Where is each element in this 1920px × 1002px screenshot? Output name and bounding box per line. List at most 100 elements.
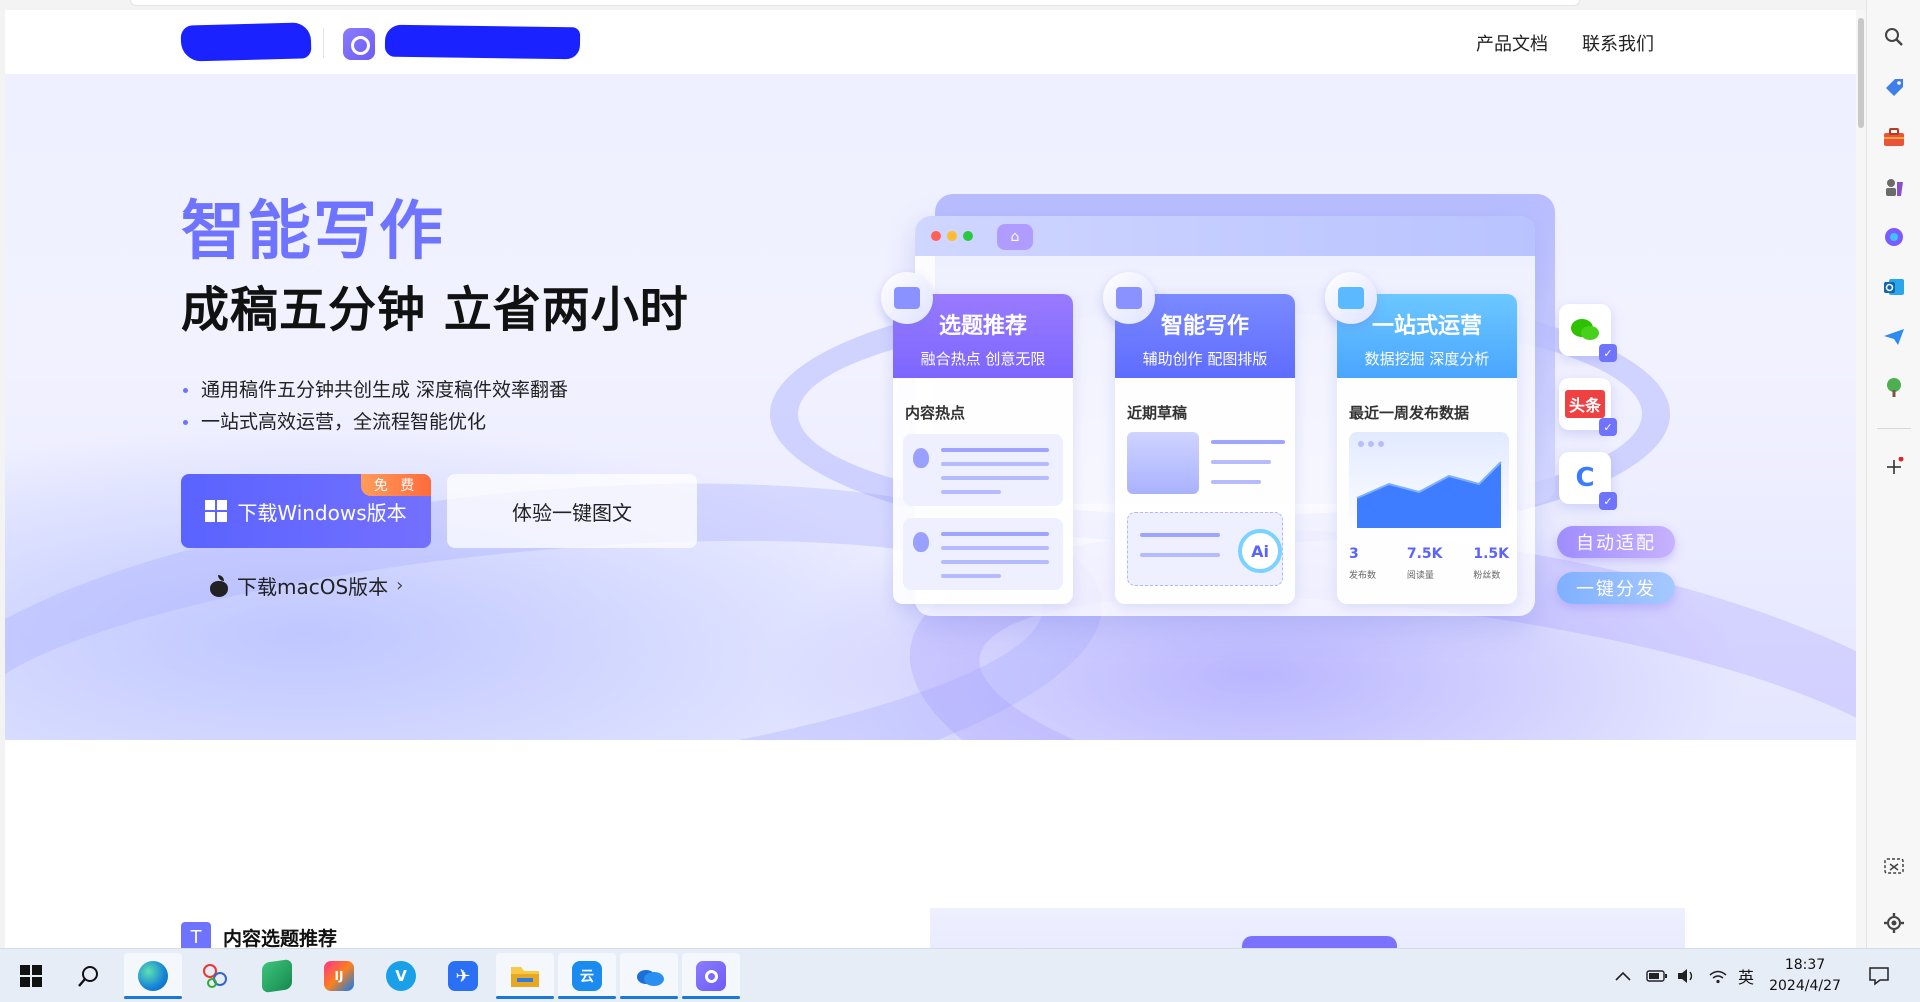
writing-app-icon[interactable] [682, 953, 740, 999]
weekly-data-chart [1349, 432, 1509, 536]
apple-logo-icon [209, 574, 229, 597]
app-network-icon[interactable] [186, 953, 244, 999]
send-icon[interactable] [1881, 324, 1907, 350]
illustration-window-bar: ⌂ [915, 216, 1535, 256]
screenshot-icon[interactable] [1881, 854, 1907, 880]
start-icon[interactable] [2, 953, 60, 999]
calendar-check-icon [881, 272, 933, 324]
settings-icon[interactable] [1881, 910, 1907, 936]
auto-adapt-tag: 自动适配 [1557, 526, 1675, 558]
card-body-title: 最近一周发布数据 [1349, 404, 1470, 422]
card-subtitle: 数据挖掘 深度分析 [1364, 350, 1490, 368]
notification-icon[interactable] [1868, 949, 1890, 1002]
scrollbar-thumb[interactable] [1858, 18, 1864, 128]
windows-taskbar: IJ V ✈ 云 英 18:37 2024/4/27 [0, 948, 1920, 1002]
redacted-app-name [384, 24, 581, 60]
file-explorer-icon[interactable] [496, 953, 554, 999]
check-icon: ✓ [1599, 492, 1617, 510]
stat-views: 7.5K 阅读量 [1406, 546, 1443, 581]
hero-title: 智能写作 [181, 195, 445, 269]
nav-contact-us[interactable]: 联系我们 [1582, 30, 1654, 56]
search-icon[interactable] [1881, 24, 1907, 50]
card-body-title: 近期草稿 [1127, 404, 1188, 422]
one-click-distribute-tag: 一键分发 [1557, 572, 1675, 604]
download-macos-link[interactable]: 下载macOS版本 › [209, 571, 403, 600]
chevron-right-icon: › [396, 575, 404, 596]
site-header: 产品文档 联系我们 [5, 10, 1856, 74]
edge-icon[interactable] [124, 953, 182, 999]
onedrive-icon[interactable] [620, 953, 678, 999]
flame-icon [913, 532, 929, 552]
image-placeholder-icon [1127, 432, 1199, 494]
v-app-icon[interactable]: V [372, 953, 430, 999]
logo-divider [323, 28, 324, 58]
download-windows-label: 下载Windows版本 [237, 500, 407, 525]
topic-section-tab [1242, 936, 1397, 948]
stats-row: 3 发布数 7.5K 阅读量 1.5K 粉丝数 [1349, 546, 1509, 581]
c-platform-icon: C ✓ [1559, 452, 1617, 510]
add-icon[interactable] [1881, 454, 1907, 480]
header-nav: 产品文档 联系我们 [1476, 30, 1654, 56]
illustration-window: ⌂ 选题推荐 融合热点 创意无限 内容热点 智能写作 辅助创作 配图排版 近期草… [881, 216, 1675, 616]
stat-published: 3 发布数 [1349, 546, 1377, 581]
home-icon: ⌂ [997, 224, 1033, 250]
search-icon[interactable] [60, 953, 118, 999]
topic-section-title: 内容选题推荐 [223, 928, 338, 948]
download-macos-label: 下载macOS版本 [237, 575, 389, 599]
window-dot-green [963, 231, 973, 241]
page-scrollbar[interactable] [1856, 10, 1866, 948]
check-icon: ✓ [1599, 418, 1617, 436]
feishu-icon[interactable]: ✈ [434, 953, 492, 999]
hero-bullets: 通用稿件五分钟共创生成 深度稿件效率翻番 一站式高效运营，全流程智能优化 [183, 374, 568, 438]
toutiao-icon: 头条 ✓ [1559, 378, 1617, 436]
hot-topic-item [903, 518, 1063, 590]
flame-icon [913, 448, 929, 468]
address-bar-edge [130, 0, 1580, 6]
jetbrains-icon[interactable]: IJ [310, 953, 368, 999]
outlook-icon[interactable] [1881, 274, 1907, 300]
web-page: 产品文档 联系我们 智能写作 成稿五分钟 立省两小时 通用稿件五分钟共创生成 深… [5, 10, 1856, 948]
draft-item: Ai [1127, 512, 1283, 586]
redacted-company-logo [180, 22, 312, 62]
browser-top-strip [0, 0, 1920, 10]
hero-subtitle: 成稿五分钟 立省两小时 [181, 282, 689, 338]
window-dot-yellow [947, 231, 957, 241]
hero-bullet: 通用稿件五分钟共创生成 深度稿件效率翻番 [183, 374, 568, 406]
topic-section-icon: T [181, 922, 211, 948]
card-subtitle: 辅助创作 配图排版 [1142, 350, 1268, 368]
hot-topic-item [903, 434, 1063, 506]
feature-card-writing: 智能写作 辅助创作 配图排版 近期草稿 Ai [1103, 272, 1295, 604]
feature-card-topic: 选题推荐 融合热点 创意无限 内容热点 [881, 272, 1073, 604]
check-icon: ✓ [1599, 344, 1617, 362]
card-body-title: 内容热点 [905, 404, 966, 422]
cloud-app-icon[interactable]: 云 [558, 953, 616, 999]
hero-bullet: 一站式高效运营，全流程智能优化 [183, 406, 568, 438]
pen-icon [1103, 272, 1155, 324]
wechat-icon: ✓ [1559, 304, 1617, 362]
ai-badge: Ai [1238, 529, 1282, 573]
clock-time: 18:37 [1784, 957, 1826, 973]
area-chart-graphic [1356, 441, 1502, 528]
tag-icon[interactable] [1881, 74, 1907, 100]
volume-icon[interactable] [1676, 949, 1696, 1002]
browser-sidebar [1866, 0, 1920, 948]
notebook-icon[interactable] [248, 953, 306, 999]
tree-icon[interactable] [1881, 374, 1907, 400]
wifi-icon[interactable] [1708, 949, 1728, 1002]
taskbar-clock[interactable]: 18:37 2024/4/27 [1762, 955, 1848, 997]
tray-overflow-icon[interactable] [1614, 949, 1632, 1002]
battery-icon[interactable] [1646, 949, 1668, 1002]
chart-icon [1325, 272, 1377, 324]
chess-icon[interactable] [1881, 174, 1907, 200]
hero-illustration: ⌂ 选题推荐 融合热点 创意无限 内容热点 智能写作 辅助创作 配图排版 近期草… [770, 194, 1675, 634]
try-one-click-button[interactable]: 体验一键图文 [447, 474, 697, 548]
ime-indicator[interactable]: 英 [1738, 949, 1754, 1002]
windows-logo-icon [205, 500, 228, 522]
toolbox-icon[interactable] [1881, 124, 1907, 150]
card-subtitle: 融合热点 创意无限 [920, 350, 1046, 368]
copilot-icon[interactable] [1881, 224, 1907, 250]
hero-banner: 智能写作 成稿五分钟 立省两小时 通用稿件五分钟共创生成 深度稿件效率翻番 一站… [5, 74, 1856, 740]
stat-followers: 1.5K 粉丝数 [1473, 546, 1509, 581]
nav-product-docs[interactable]: 产品文档 [1476, 30, 1548, 56]
app-logo-icon[interactable] [343, 28, 375, 60]
